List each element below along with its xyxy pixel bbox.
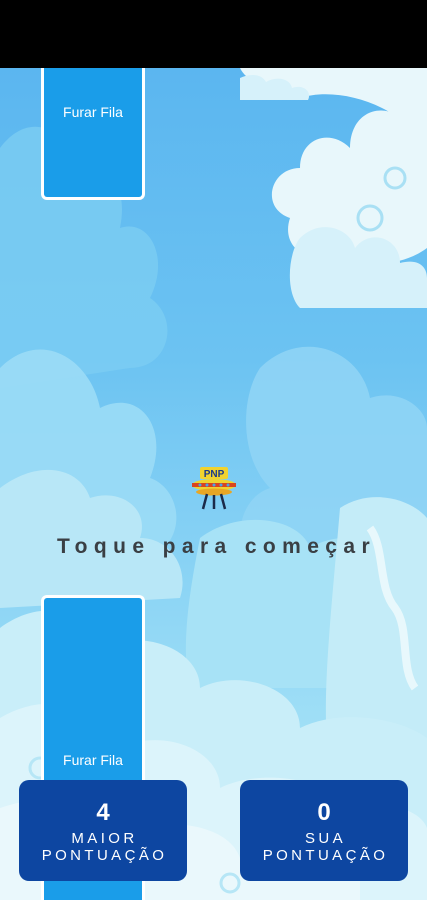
ufo-icon: PNP xyxy=(192,467,236,510)
current-score-label-line2: PONTUAÇÃO xyxy=(262,847,389,864)
best-score-card: 4 MAIOR PONTUAÇÃO xyxy=(19,780,187,881)
obstacle-pipe-top: Furar Fila xyxy=(41,68,145,200)
player-badge: PNP xyxy=(204,469,225,480)
best-score-value: 4 xyxy=(96,799,110,826)
pipe-bottom-label: Furar Fila xyxy=(63,752,123,768)
best-score-label-line2: PONTUAÇÃO xyxy=(41,847,168,864)
best-score-label-line1: MAIOR xyxy=(71,830,138,847)
status-bar xyxy=(0,0,427,68)
current-score-label-line1: SUA xyxy=(304,830,347,847)
pipe-top-label: Furar Fila xyxy=(63,104,123,120)
current-score-card: 0 SUA PONTUAÇÃO xyxy=(240,780,408,881)
current-score-value: 0 xyxy=(317,799,331,826)
start-prompt: Toque para começar xyxy=(56,535,377,558)
game-canvas[interactable]: Furar Fila Furar Fila PNP Toque para com… xyxy=(0,68,427,900)
